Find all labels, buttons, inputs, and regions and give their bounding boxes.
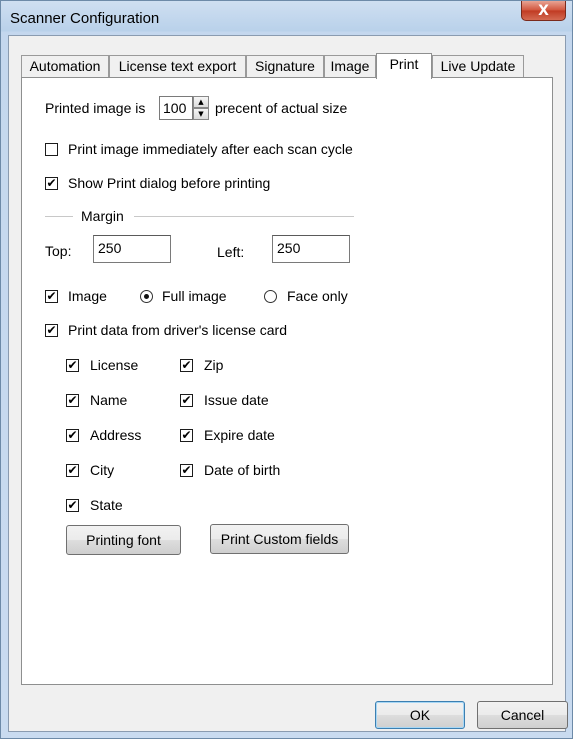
margin-group-line-left <box>45 216 73 217</box>
license-field-label: License <box>90 357 139 373</box>
close-button[interactable]: X <box>521 1 566 21</box>
zip-checkbox[interactable]: ✔ <box>180 359 193 372</box>
full-image-label: Full image <box>162 288 227 304</box>
state-field-label: State <box>90 497 123 513</box>
address-field-label: Address <box>90 427 142 443</box>
issue-date-checkbox[interactable]: ✔ <box>180 394 193 407</box>
city-checkbox[interactable]: ✔ <box>66 464 79 477</box>
printing-font-button[interactable]: Printing font <box>66 525 181 555</box>
checkmark-icon: ✔ <box>67 428 78 442</box>
license-checkbox[interactable]: ✔ <box>66 359 79 372</box>
print-data-label: Print data from driver's license card <box>68 322 287 338</box>
scanner-configuration-window: Scanner Configuration X Automation Licen… <box>0 0 573 739</box>
scale-prefix-label: Printed image is <box>45 100 146 116</box>
checkmark-icon: ✔ <box>181 358 192 372</box>
date-of-birth-checkbox[interactable]: ✔ <box>180 464 193 477</box>
margin-group-label: Margin <box>81 208 124 224</box>
image-checkbox[interactable]: ✔ <box>45 290 58 303</box>
tab-automation[interactable]: Automation <box>21 55 109 77</box>
tab-license-text-export[interactable]: License text export <box>109 55 246 77</box>
name-checkbox[interactable]: ✔ <box>66 394 79 407</box>
name-field-label: Name <box>90 392 128 408</box>
window-title: Scanner Configuration <box>10 10 160 27</box>
date-of-birth-field-label: Date of birth <box>204 462 281 478</box>
margin-group-line-right <box>134 216 354 217</box>
cancel-button[interactable]: Cancel <box>477 701 568 729</box>
tab-live-update[interactable]: Live Update <box>432 55 524 77</box>
print-custom-fields-button[interactable]: Print Custom fields <box>210 524 349 554</box>
checkmark-icon: ✔ <box>46 289 57 303</box>
print-after-scan-checkbox[interactable] <box>45 143 58 156</box>
checkmark-icon: ✔ <box>181 393 192 407</box>
margin-top-input[interactable]: 250 <box>93 235 171 263</box>
arrow-up-icon: ▲ <box>198 98 204 106</box>
zip-field-label: Zip <box>204 357 224 373</box>
tab-signature[interactable]: Signature <box>246 55 324 77</box>
scale-suffix-label: precent of actual size <box>215 100 348 116</box>
face-only-radio[interactable] <box>264 290 277 303</box>
checkmark-icon: ✔ <box>67 463 78 477</box>
image-label: Image <box>68 288 107 304</box>
tab-print[interactable]: Print <box>376 53 432 79</box>
title-bar[interactable]: Scanner Configuration X <box>1 1 572 35</box>
checkmark-icon: ✔ <box>46 323 57 337</box>
tab-image[interactable]: Image <box>324 55 376 77</box>
address-checkbox[interactable]: ✔ <box>66 429 79 442</box>
print-tab-panel: Printed image is 100 ▲ ▼ precent of actu… <box>21 77 553 685</box>
spin-up-button[interactable]: ▲ <box>193 96 209 108</box>
checkmark-icon: ✔ <box>181 463 192 477</box>
expire-date-field-label: Expire date <box>204 427 275 443</box>
issue-date-field-label: Issue date <box>204 392 269 408</box>
checkmark-icon: ✔ <box>67 358 78 372</box>
ok-button[interactable]: OK <box>375 701 465 729</box>
checkmark-icon: ✔ <box>46 176 57 190</box>
dialog-client-area: Automation License text export Signature… <box>8 35 568 732</box>
face-only-label: Face only <box>287 288 348 304</box>
arrow-down-icon: ▼ <box>198 110 204 118</box>
expire-date-checkbox[interactable]: ✔ <box>180 429 193 442</box>
margin-left-input[interactable]: 250 <box>272 235 350 263</box>
show-print-dialog-label: Show Print dialog before printing <box>68 175 271 191</box>
checkmark-icon: ✔ <box>67 393 78 407</box>
margin-left-label: Left: <box>217 244 245 260</box>
close-icon: X <box>538 2 549 19</box>
full-image-radio[interactable] <box>140 290 153 303</box>
scale-percent-input[interactable]: 100 <box>159 96 193 120</box>
show-print-dialog-checkbox[interactable]: ✔ <box>45 177 58 190</box>
city-field-label: City <box>90 462 115 478</box>
margin-top-label: Top: <box>45 243 72 259</box>
print-data-checkbox[interactable]: ✔ <box>45 324 58 337</box>
checkmark-icon: ✔ <box>67 498 78 512</box>
print-after-scan-label: Print image immediately after each scan … <box>68 141 353 157</box>
spin-down-button[interactable]: ▼ <box>193 108 209 120</box>
checkmark-icon: ✔ <box>181 428 192 442</box>
state-checkbox[interactable]: ✔ <box>66 499 79 512</box>
